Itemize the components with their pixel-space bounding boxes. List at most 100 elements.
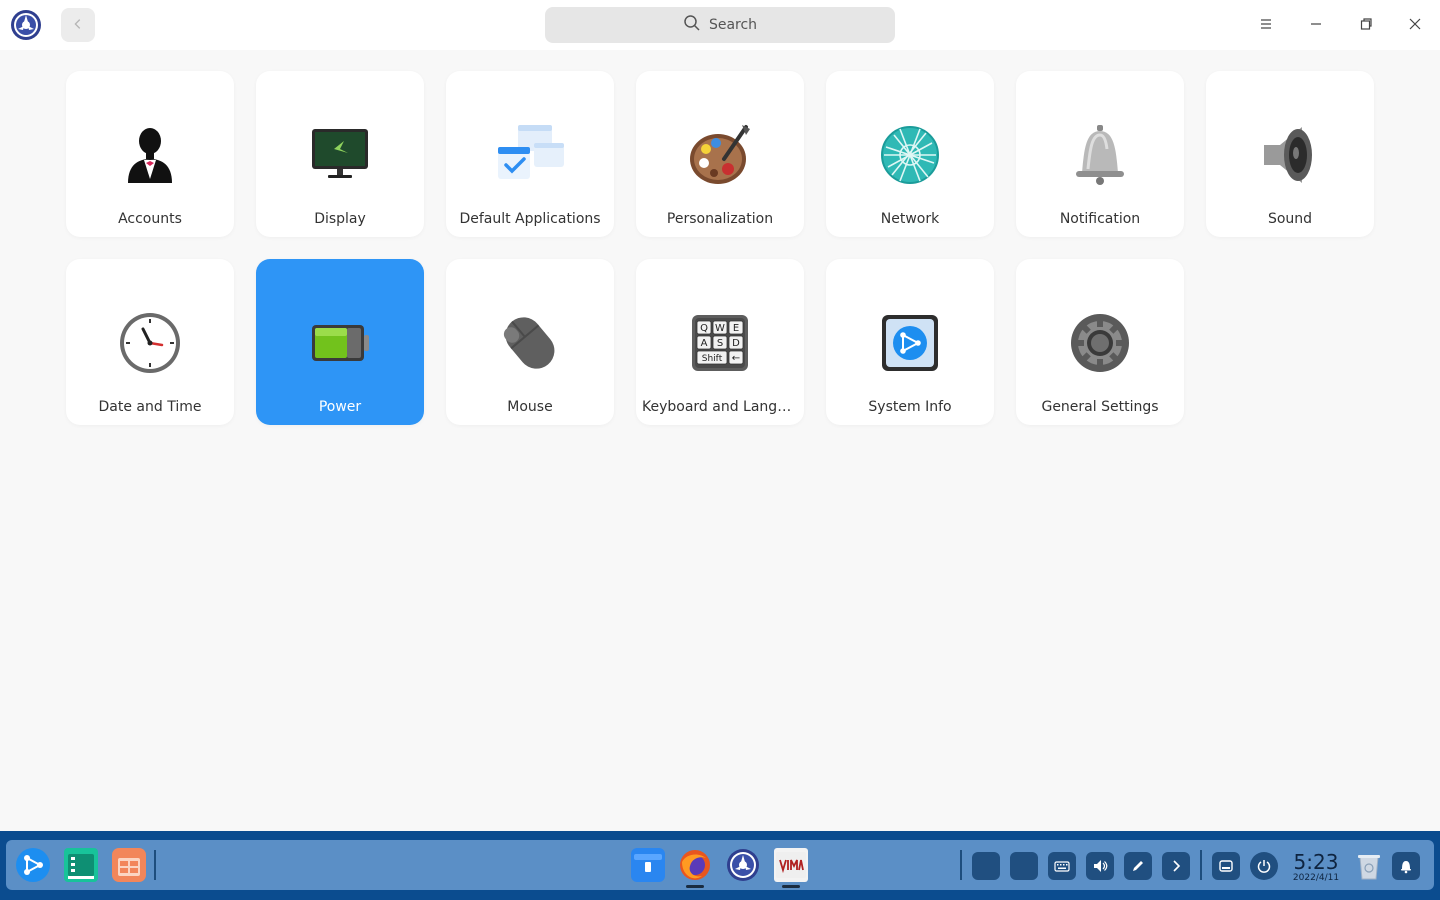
window-icon: [1219, 860, 1233, 872]
taskbar-divider: [154, 850, 156, 880]
module-label: Date and Time: [98, 399, 202, 415]
file-manager-button[interactable]: [631, 848, 665, 882]
vim-app-button[interactable]: [774, 848, 808, 882]
power-icon: [1257, 860, 1271, 873]
speaker-icon: [1254, 119, 1326, 191]
notification-bell-icon: [1064, 119, 1136, 191]
key-d-label: D: [732, 338, 740, 349]
control-center-logo-icon: [10, 9, 42, 41]
shutdown-button[interactable]: [1250, 852, 1278, 880]
app-store-icon: [118, 858, 140, 876]
display-icon: [304, 119, 376, 191]
module-accounts[interactable]: Accounts: [66, 71, 234, 237]
running-indicator: [686, 885, 704, 888]
chevron-right-icon: [1173, 860, 1181, 872]
app-store-button[interactable]: [112, 848, 146, 882]
close-button[interactable]: [1403, 13, 1427, 37]
module-label: Notification: [1059, 211, 1141, 227]
accounts-icon: [114, 119, 186, 191]
file-manager-icon: [634, 854, 662, 878]
module-network[interactable]: Network: [826, 71, 994, 237]
key-backspace-label: ←: [732, 353, 740, 364]
key-q-label: Q: [700, 323, 708, 334]
keyboard-tray-icon: [1054, 861, 1070, 872]
back-button[interactable]: [61, 8, 95, 42]
gear-icon: [1064, 307, 1136, 379]
module-label: Sound: [1267, 211, 1313, 227]
module-system-info[interactable]: System Info: [826, 259, 994, 425]
module-sound[interactable]: Sound: [1206, 71, 1374, 237]
taskbar-divider: [960, 850, 962, 880]
key-s-label: S: [717, 338, 723, 349]
close-icon: [1408, 16, 1422, 35]
firefox-button[interactable]: [678, 848, 712, 882]
expand-tray-button[interactable]: [1162, 852, 1190, 880]
module-label: Default Applications: [459, 211, 601, 227]
minimize-button[interactable]: [1304, 13, 1328, 37]
module-date-and-time[interactable]: Date and Time: [66, 259, 234, 425]
taskbar-clock[interactable]: 5:23 2022/4/11: [1286, 851, 1346, 884]
module-personalization[interactable]: Personalization: [636, 71, 804, 237]
keyboard-icon: Q W E A S D Shift ←: [684, 307, 756, 379]
module-label: General Settings: [1041, 399, 1159, 415]
search-icon: [683, 14, 701, 36]
network-icon: [874, 119, 946, 191]
tray-slot-1[interactable]: [972, 852, 1000, 880]
notification-center-button[interactable]: [1392, 852, 1420, 880]
module-label: Accounts: [118, 211, 182, 227]
module-label: System Info: [868, 399, 952, 415]
module-label: Mouse: [507, 399, 553, 415]
mouse-icon: [494, 307, 566, 379]
title-bar: Search: [0, 0, 1440, 50]
screenshot-pen-button[interactable]: [1124, 852, 1152, 880]
module-label: Keyboard and Langua...: [642, 399, 804, 415]
trash-button[interactable]: [1352, 849, 1386, 883]
taskbar-divider: [1200, 850, 1202, 880]
module-power[interactable]: Power: [256, 259, 424, 425]
maximize-icon: [1359, 16, 1373, 35]
control-center-taskbar-button[interactable]: [726, 848, 760, 882]
multitask-button[interactable]: [1212, 852, 1240, 880]
search-input[interactable]: Search: [545, 7, 895, 43]
default-applications-icon: [494, 119, 566, 191]
search-placeholder: Search: [708, 17, 758, 33]
volume-button[interactable]: [1086, 852, 1114, 880]
module-notification[interactable]: Notification: [1016, 71, 1184, 237]
personalization-icon: [684, 119, 756, 191]
volume-icon: [1094, 860, 1108, 872]
module-mouse[interactable]: Mouse: [446, 259, 614, 425]
running-indicator: [782, 885, 800, 888]
bell-icon: [1401, 861, 1411, 874]
module-default-applications[interactable]: Default Applications: [446, 71, 614, 237]
pen-icon: [1133, 861, 1143, 871]
chevron-left-icon: [71, 16, 85, 35]
key-a-label: A: [701, 338, 708, 349]
trash-icon: [1358, 855, 1380, 880]
multitask-view-icon: [68, 854, 94, 879]
firefox-icon: [680, 850, 710, 880]
key-shift-label: Shift: [702, 354, 723, 364]
key-e-label: E: [733, 323, 739, 334]
module-label: Network: [880, 211, 940, 227]
tray-slot-2[interactable]: [1010, 852, 1038, 880]
clock-time: 5:23: [1293, 850, 1339, 874]
multitask-view-button[interactable]: [64, 848, 98, 882]
hamburger-menu-icon: [1259, 16, 1273, 35]
module-display[interactable]: Display: [256, 71, 424, 237]
launcher-button[interactable]: [16, 848, 50, 882]
module-keyboard-and-language[interactable]: Q W E A S D Shift ← Keyboard and Langua.…: [636, 259, 804, 425]
module-general-settings[interactable]: General Settings: [1016, 259, 1184, 425]
module-label: Personalization: [666, 211, 774, 227]
onscreen-keyboard-button[interactable]: [1048, 852, 1076, 880]
module-label: Power: [318, 399, 362, 415]
vim-app-icon: [776, 852, 806, 878]
control-center-icon: [727, 849, 759, 881]
menu-button[interactable]: [1254, 13, 1278, 37]
module-label: Display: [314, 211, 366, 227]
maximize-button[interactable]: [1354, 13, 1378, 37]
clock-icon: [114, 307, 186, 379]
battery-icon: [304, 307, 376, 379]
clock-date: 2022/4/11: [1292, 873, 1340, 883]
launcher-icon: [24, 855, 43, 875]
key-w-label: W: [715, 323, 725, 334]
